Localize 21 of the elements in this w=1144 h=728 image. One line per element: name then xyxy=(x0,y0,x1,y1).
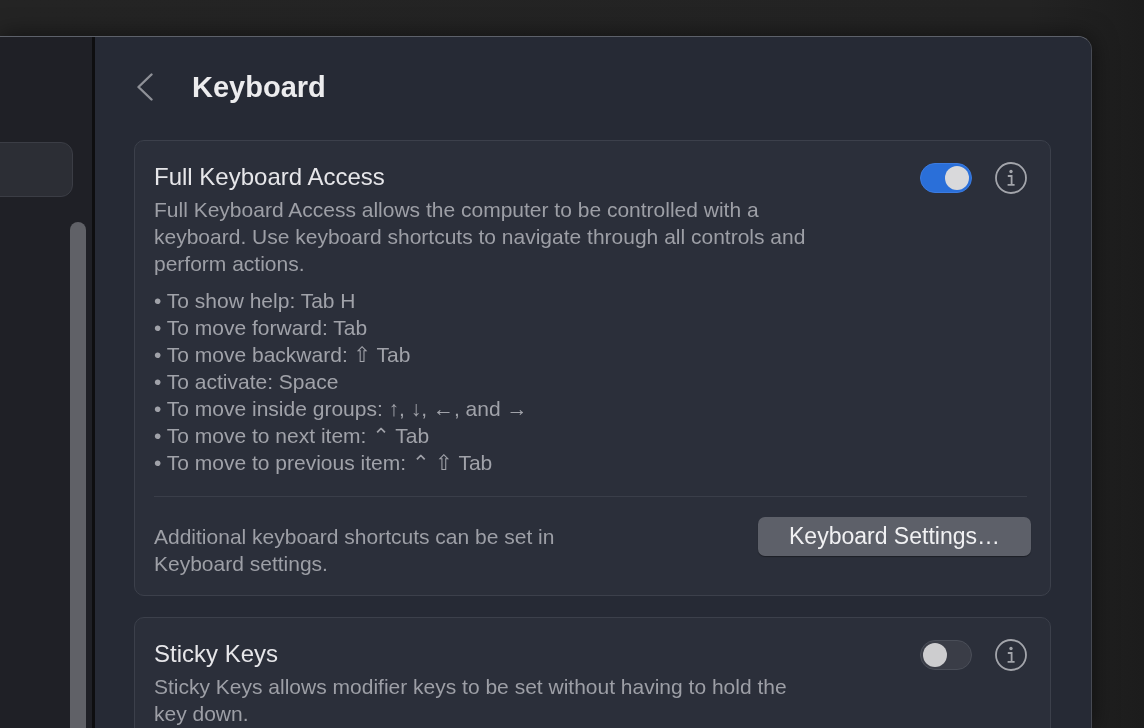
info-icon[interactable] xyxy=(995,162,1027,194)
section-title: Sticky Keys xyxy=(154,639,280,669)
shortcut-item: • To move to next item: ⌃ Tab xyxy=(154,423,431,449)
footer-note: Additional keyboard shortcuts can be set in Keyboard settings. xyxy=(154,524,556,577)
search-field[interactable] xyxy=(0,142,73,197)
section-title: Full Keyboard Access xyxy=(154,162,386,192)
scrollbar-thumb[interactable] xyxy=(70,222,86,728)
shortcut-item: • To move to previous item: ⌃ ⇧ Tab xyxy=(154,450,494,476)
shortcut-item: • To move inside groups: ↑, ↓, ←, and → xyxy=(154,396,529,422)
toggle-switch[interactable] xyxy=(920,640,972,670)
section-description: Sticky Keys allows modifier keys to be set without having to hold the key down. xyxy=(154,674,788,727)
keyboard-settings-button[interactable]: Keyboard Settings… xyxy=(758,517,1031,556)
chevron-left-icon[interactable] xyxy=(137,73,153,101)
section-description: Full Keyboard Access allows the computer to be controlled with a keyboard. Use keyboard shortcuts to navigate through all controls and perform actions. xyxy=(154,197,807,277)
page-title: Keyboard xyxy=(192,70,326,105)
toggle-switch[interactable] xyxy=(920,163,972,193)
info-icon[interactable] xyxy=(995,639,1027,671)
shortcut-item: • To activate: Space xyxy=(154,369,340,395)
shortcut-item: • To show help: Tab H xyxy=(154,288,357,314)
shortcut-item: • To move backward: ⇧ Tab xyxy=(154,342,412,368)
shortcut-item: • To move forward: Tab xyxy=(154,315,369,341)
